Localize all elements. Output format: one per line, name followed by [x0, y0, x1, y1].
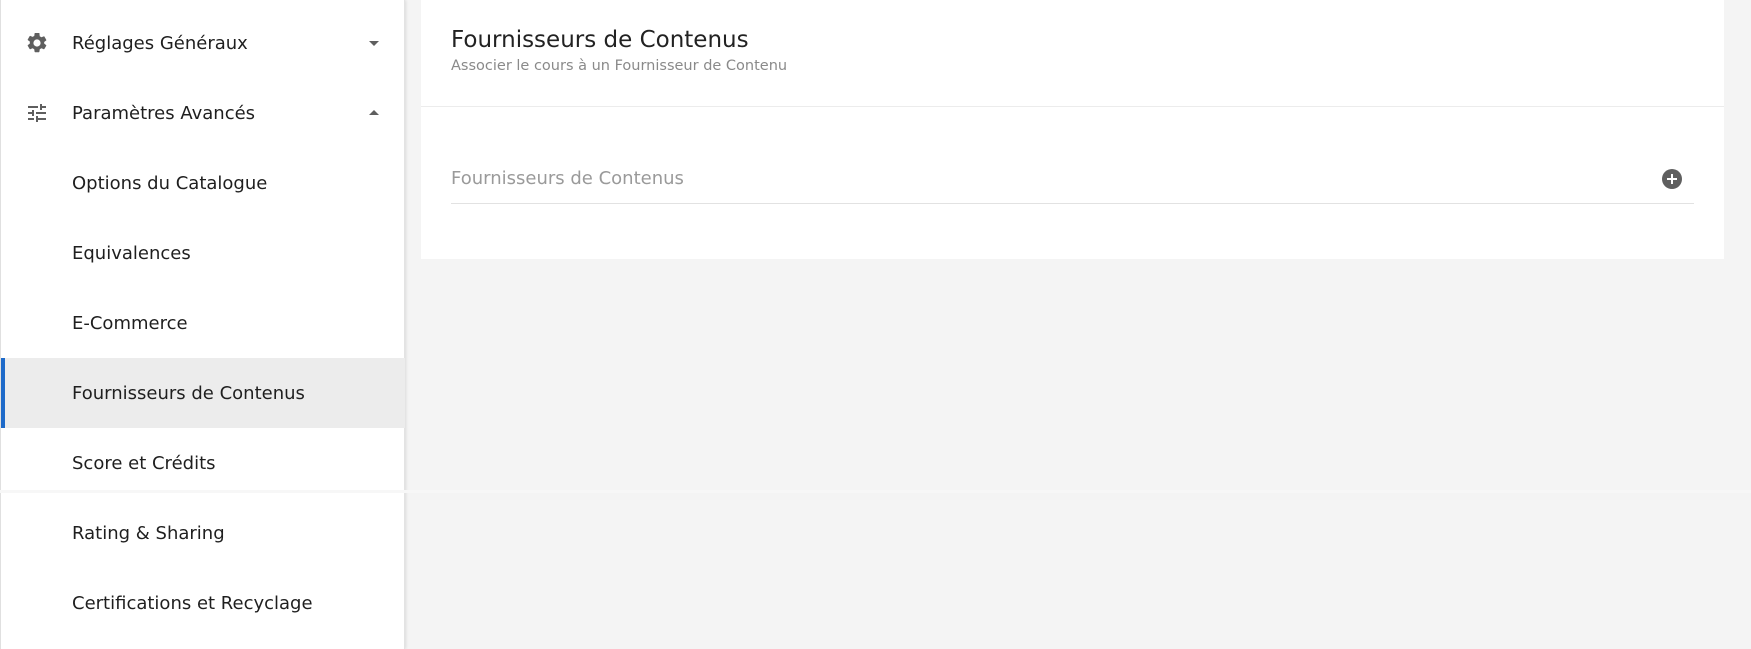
gear-icon — [27, 32, 47, 53]
sidebar-item-label: Equivalences — [72, 242, 191, 264]
field-label: Fournisseurs de Contenus — [451, 168, 684, 189]
plus-circle-icon[interactable] — [1661, 168, 1683, 190]
card-header: Fournisseurs de Contenus Associer le cou… — [421, 0, 1724, 107]
sidebar-item-options-du-catalogue[interactable]: Options du Catalogue — [1, 148, 405, 218]
sliders-icon — [28, 104, 46, 122]
sidebar-item-rating-sharing[interactable]: Rating & Sharing — [1, 498, 405, 568]
chevron-down-icon[interactable] — [367, 38, 381, 48]
sidebar-item-label: Réglages Généraux — [72, 32, 248, 54]
horizontal-divider — [0, 490, 1751, 493]
content-providers-field[interactable]: Fournisseurs de Contenus — [451, 158, 1694, 204]
sidebar-item-equivalences[interactable]: Equivalences — [1, 218, 405, 288]
sidebar-item-label: Fournisseurs de Contenus — [72, 382, 305, 404]
chevron-up-icon[interactable] — [367, 108, 381, 118]
sidebar-item-e-commerce[interactable]: E-Commerce — [1, 288, 405, 358]
sidebar-item-label: Paramètres Avancés — [72, 102, 256, 124]
sidebar-item-certifications-et-recyclage[interactable]: Certifications et Recyclage — [1, 568, 405, 638]
content-providers-card: Fournisseurs de Contenus Associer le cou… — [421, 0, 1724, 259]
sidebar-item-label: E-Commerce — [72, 312, 188, 334]
sidebar-item-label: Rating & Sharing — [72, 522, 225, 544]
sidebar: Réglages Généraux Paramètres Avancés Opt… — [0, 0, 405, 649]
sidebar-item-score-et-credits[interactable]: Score et Crédits — [1, 428, 405, 498]
sidebar-item-label: Certifications et Recyclage — [72, 592, 313, 614]
page-subtitle: Associer le cours à un Fournisseur de Co… — [451, 58, 788, 74]
sidebar-item-reglages-generaux[interactable]: Réglages Généraux — [1, 8, 405, 78]
sidebar-item-fournisseurs-de-contenus[interactable]: Fournisseurs de Contenus — [1, 358, 405, 428]
sidebar-item-label: Options du Catalogue — [72, 172, 268, 194]
page-title: Fournisseurs de Contenus — [451, 27, 749, 53]
sidebar-item-parametres-avances[interactable]: Paramètres Avancés — [1, 78, 405, 148]
sidebar-item-label: Score et Crédits — [72, 452, 216, 474]
